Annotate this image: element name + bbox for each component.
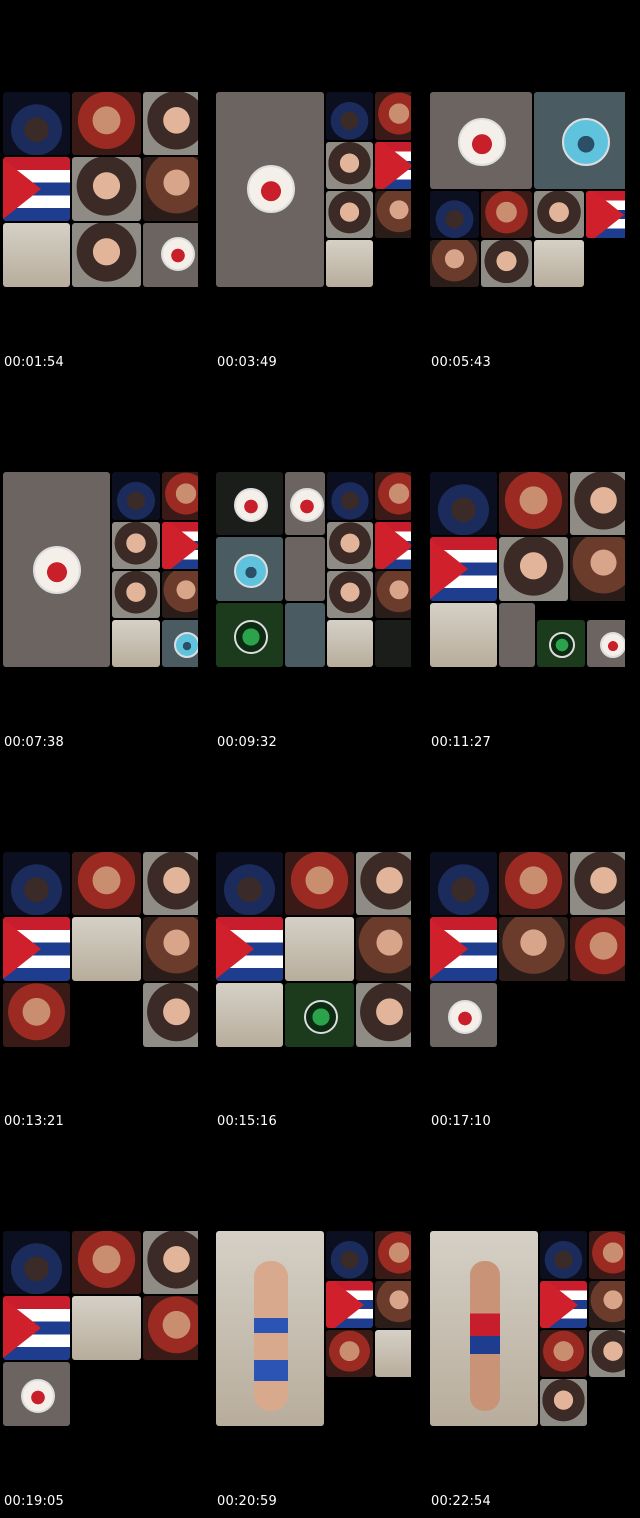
timestamp-4: 00:07:38 [4, 735, 64, 750]
thumbnail-5[interactable] [216, 472, 411, 667]
timestamp-5: 00:09:32 [217, 735, 277, 750]
timestamp-10: 00:19:05 [4, 1494, 64, 1509]
timestamp-2: 00:03:49 [217, 355, 277, 370]
timestamp-3: 00:05:43 [431, 355, 491, 370]
thumbnail-4[interactable] [3, 472, 198, 667]
thumbnail-10[interactable] [3, 1231, 198, 1426]
timestamp-6: 00:11:27 [431, 735, 491, 750]
thumbnail-9[interactable] [430, 852, 625, 1047]
thumbnail-12[interactable] [430, 1231, 625, 1426]
thumbnail-7[interactable] [3, 852, 198, 1047]
thumbnail-1[interactable] [3, 92, 198, 287]
timestamp-9: 00:17:10 [431, 1114, 491, 1129]
timestamp-12: 00:22:54 [431, 1494, 491, 1509]
timestamp-11: 00:20:59 [217, 1494, 277, 1509]
timestamp-8: 00:15:16 [217, 1114, 277, 1129]
thumbnail-2[interactable] [216, 92, 411, 287]
thumbnail-6[interactable] [430, 472, 625, 667]
timestamp-1: 00:01:54 [4, 355, 64, 370]
thumbnail-11[interactable] [216, 1231, 411, 1426]
thumbnail-8[interactable] [216, 852, 411, 1047]
timestamp-7: 00:13:21 [4, 1114, 64, 1129]
thumbnail-3[interactable] [430, 92, 625, 287]
